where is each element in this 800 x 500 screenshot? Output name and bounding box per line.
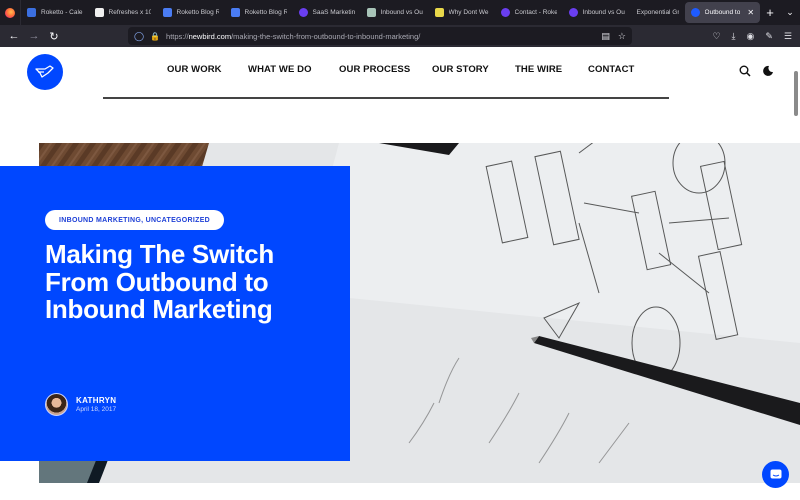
author-block: KATHRYN April 18, 2017 <box>45 393 116 416</box>
page-scrollbar[interactable] <box>794 71 798 116</box>
nav-our-process[interactable]: OUR PROCESS <box>339 64 410 75</box>
dark-mode-moon-icon[interactable] <box>762 65 774 77</box>
tab-label: Roketto Blog R <box>176 9 219 16</box>
newbird-icon <box>690 8 700 17</box>
new-tab-button[interactable]: + <box>760 5 780 20</box>
tab-list-chevron-icon[interactable]: ⌄ <box>780 7 800 18</box>
tab-label: Roketto - Cale <box>41 9 83 16</box>
chat-launcher-button[interactable] <box>762 461 789 488</box>
address-bar[interactable]: ◯ 🔒 https://newbird.com/making-the-switc… <box>128 27 632 45</box>
post-title: Making The Switch From Outbound to Inbou… <box>45 239 274 324</box>
account-icon[interactable]: ◉ <box>747 31 755 42</box>
nav-our-story[interactable]: OUR STORY <box>432 64 489 75</box>
search-icon[interactable] <box>739 65 751 77</box>
tab-label: Why Dont We <box>448 9 489 16</box>
browser-tab[interactable]: Inbound vs Ou <box>361 0 429 25</box>
browser-tab[interactable]: SaaS Marketin <box>293 0 361 25</box>
category-badge[interactable]: INBOUND MARKETING, UNCATEGORIZED <box>45 210 225 230</box>
tab-label: Roketto Blog R <box>244 9 287 16</box>
browser-tab[interactable]: Roketto - Cale <box>21 0 89 25</box>
browser-tab[interactable]: Roketto Blog R <box>157 0 225 25</box>
heart-icon <box>298 8 308 17</box>
browser-tab[interactable]: Roketto Blog R <box>225 0 293 25</box>
browser-tab[interactable]: Inbound vs Ou <box>563 0 631 25</box>
chat-bubble-icon <box>770 469 781 479</box>
lock-icon[interactable]: 🔒 <box>150 32 160 41</box>
browser-tab[interactable]: Exponential Growt <box>631 0 685 25</box>
docs-icon <box>230 8 240 17</box>
sheets-icon <box>94 8 104 17</box>
browser-tab[interactable]: Contact - Roke <box>495 0 563 25</box>
hamburger-menu-icon[interactable]: ☰ <box>784 31 792 42</box>
file-icon <box>434 8 444 17</box>
bookmark-star-icon[interactable]: ☆ <box>618 31 626 42</box>
extensions-icon[interactable]: ✎ <box>765 31 773 42</box>
page-content: OUR WORK WHAT WE DO OUR PROCESS OUR STOR… <box>0 47 800 500</box>
browser-tab[interactable]: Refreshes x 10 <box>89 0 157 25</box>
url-text[interactable]: https://newbird.com/making-the-switch-fr… <box>166 32 420 41</box>
pocket-icon[interactable]: ♡ <box>712 31 720 42</box>
generic-icon <box>366 8 376 17</box>
firefox-menu[interactable] <box>0 0 21 25</box>
post-date: April 18, 2017 <box>76 406 117 413</box>
tab-label: Refreshes x 10 <box>108 9 151 16</box>
nav-our-work[interactable]: OUR WORK <box>167 64 222 75</box>
heart-icon <box>568 8 578 17</box>
nav-contact[interactable]: CONTACT <box>588 64 634 75</box>
tracking-shield-icon[interactable]: ◯ <box>134 31 144 42</box>
author-name[interactable]: KATHRYN <box>76 396 116 405</box>
back-button[interactable]: ← <box>4 30 24 42</box>
close-tab-icon[interactable]: ✕ <box>747 8 754 17</box>
docs-icon <box>162 8 172 17</box>
header-divider <box>103 97 669 99</box>
author-avatar[interactable] <box>45 393 68 416</box>
post-hero-card: INBOUND MARKETING, UNCATEGORIZED Making … <box>0 166 350 461</box>
browser-navigation-bar: ← → ↻ ◯ 🔒 https://newbird.com/making-the… <box>0 25 800 47</box>
nav-the-wire[interactable]: THE WIRE <box>515 64 562 75</box>
tab-label: Inbound vs Ou <box>380 9 423 16</box>
tab-label: SaaS Marketin <box>312 9 355 16</box>
reader-view-icon[interactable]: ▤ <box>601 31 610 42</box>
main-navigation: OUR WORK WHAT WE DO OUR PROCESS OUR STOR… <box>0 64 800 78</box>
tab-label: Inbound vs Ou <box>582 9 625 16</box>
download-icon[interactable]: ⤓ <box>732 31 736 42</box>
browser-tab-bar: Roketto - Cale Refreshes x 10 Roketto Blog… <box>0 0 800 25</box>
reload-button[interactable]: ↻ <box>44 30 64 43</box>
browser-tab[interactable]: Why Dont We <box>429 0 495 25</box>
tab-label: Contact - Roke <box>514 9 557 16</box>
tab-label: Outbound to <box>704 9 741 16</box>
calendar-icon <box>27 8 36 17</box>
browser-tab-active[interactable]: Outbound to ✕ <box>684 2 761 23</box>
tab-label: Exponential Growt <box>636 9 679 16</box>
forward-button[interactable]: → <box>24 30 44 42</box>
heart-icon <box>500 8 510 17</box>
firefox-icon <box>5 7 15 18</box>
nav-what-we-do[interactable]: WHAT WE DO <box>248 64 312 75</box>
